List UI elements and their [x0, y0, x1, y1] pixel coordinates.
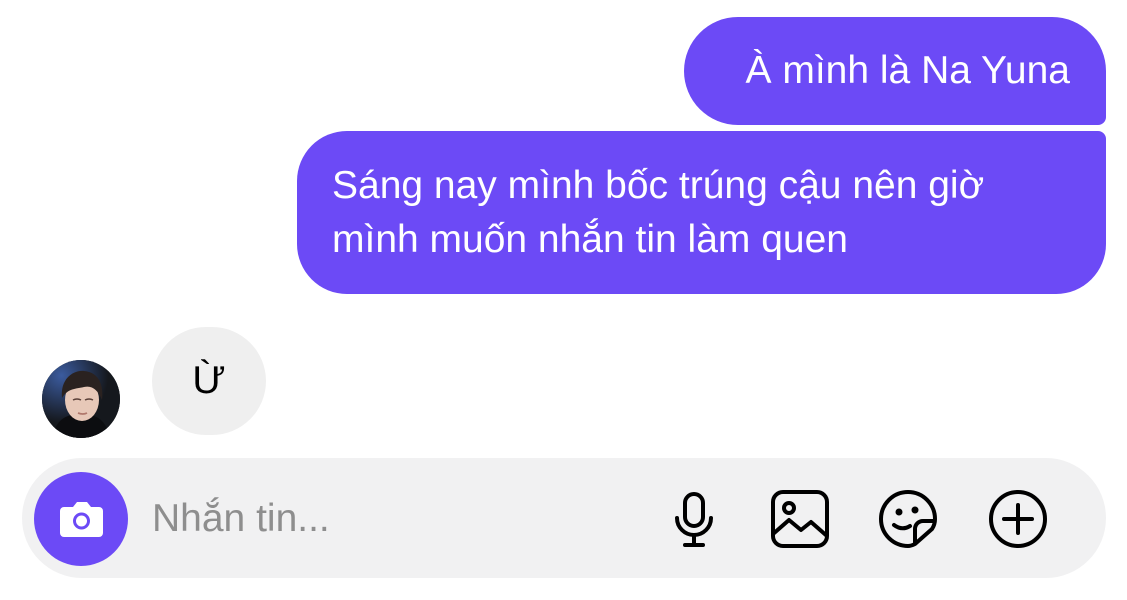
message-input[interactable]	[152, 490, 632, 548]
avatar-photo	[42, 360, 120, 438]
message-text-line: mình muốn nhắn tin làm quen	[332, 218, 848, 261]
outgoing-message-bubble[interactable]: À mình là Na Yuna	[684, 17, 1106, 125]
message-text: À mình là Na Yuna	[745, 49, 1071, 92]
gallery-icon	[771, 490, 829, 548]
contact-avatar[interactable]	[42, 360, 120, 438]
message-text-line: Sáng nay mình bốc trúng cậu nên giờ	[332, 164, 985, 207]
gallery-button[interactable]	[766, 485, 834, 553]
incoming-message-bubble[interactable]: Ừ	[152, 327, 266, 435]
microphone-icon	[675, 492, 713, 547]
camera-icon	[60, 502, 103, 537]
sticker-button[interactable]	[874, 485, 942, 553]
add-button[interactable]	[984, 485, 1052, 553]
plus-circle-icon	[989, 490, 1047, 548]
message-text: Ừ	[192, 359, 226, 402]
microphone-button[interactable]	[660, 485, 728, 553]
sticker-icon	[879, 490, 937, 548]
camera-button[interactable]	[34, 472, 128, 566]
outgoing-message-bubble[interactable]: Sáng nay mình bốc trúng cậu nên giờ mình…	[297, 131, 1106, 294]
